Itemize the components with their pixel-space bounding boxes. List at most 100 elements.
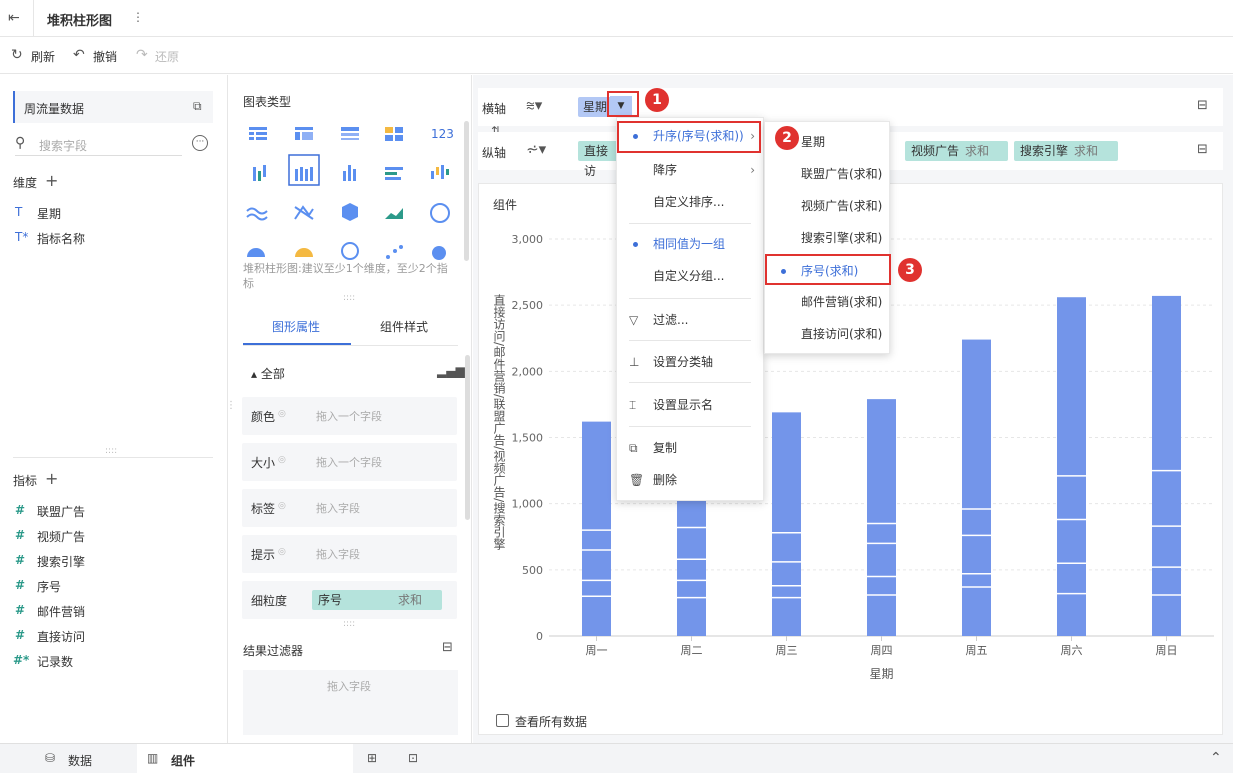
color-label: 颜色 [251,410,276,424]
metric-item[interactable]: 搜索引擎 [37,553,85,570]
result-filter-dropzone[interactable]: 拖入字段 [243,670,458,735]
chart-type-grid[interactable]: 123 [243,121,463,261]
size-dropzone[interactable]: 拖入一个字段 [316,454,382,470]
switch-dataset-icon[interactable]: ⧉ [193,99,202,114]
granularity-field-pill[interactable]: 序号 求和 [312,590,442,610]
y-field-pill[interactable]: 直接访 [578,141,618,178]
selected-chart-type[interactable] [288,154,320,186]
menu-set-display-name[interactable]: ⌶ 设置显示名 [617,393,763,417]
axis-settings-icon[interactable]: ⊟ [1197,98,1208,113]
x-tick-label: 周四 [871,644,893,657]
submenu-arrow-icon: › [750,163,755,177]
tab-bar: 图形属性 组件样式 [243,306,458,346]
detail-table-icon [341,127,359,131]
metric-item[interactable]: 直接访问 [37,628,85,645]
dimension-item[interactable]: 星期 [37,205,61,222]
menu-custom-group[interactable]: 自定义分组... [617,264,763,288]
submenu-item[interactable]: 搜索引擎(求和) [765,226,889,250]
tab-graph-properties[interactable]: 图形属性 [272,318,320,335]
add-metric-icon[interactable]: + [45,469,58,488]
radar-icon [294,205,314,220]
submenu-item[interactable]: 邮件营销(求和) [765,290,889,314]
y-tick-label: 0 [536,630,543,643]
tab-component-active[interactable]: ▥ 组件 [137,744,353,774]
menu-divider [629,223,751,224]
filter-settings-icon[interactable]: ⊟ [442,640,453,655]
metric-item[interactable]: 视频广告 [37,528,85,545]
tab-data[interactable]: 数据 [68,752,92,769]
add-dashboard-icon[interactable]: ⊡ [408,751,418,765]
redo-button[interactable]: 还原 [155,48,179,65]
label-dropzone[interactable]: 拖入字段 [316,500,360,516]
collapse-icon[interactable]: ⌃ [1210,750,1222,766]
x-axis-type-icon[interactable]: ⩬▾ [526,96,542,114]
menu-set-category-axis[interactable]: ⊥ 设置分类轴 [617,350,763,374]
y-axis-type-icon[interactable]: ⩫▾ [526,140,546,158]
bar [1152,295,1181,636]
bar [962,339,991,636]
refresh-button[interactable]: 刷新 [31,48,55,65]
menu-same-value-group[interactable]: 相同值为一组 [617,232,763,256]
resize-handle[interactable]: :::: [105,446,117,456]
tooltip-property[interactable]: 提示 ◎ 拖入字段 [242,535,457,573]
dataset-selector[interactable]: 周流量数据 ⧉ [13,91,213,123]
exit-icon[interactable]: ⇤ [8,10,20,26]
y-tick-label: 2,500 [512,299,544,312]
color-dropzone[interactable]: 拖入一个字段 [316,408,382,424]
search-input[interactable]: 搜索字段 [39,137,87,154]
more-icon[interactable]: ⋮ [132,10,144,24]
bar [677,497,706,636]
color-property[interactable]: 颜色 ◎ 拖入一个字段 [242,397,457,435]
tab-component-style[interactable]: 组件样式 [380,318,428,335]
y-tick-label: 1,500 [512,432,544,445]
menu-filter[interactable]: ▽ 过滤... [617,308,763,332]
x-tick-label: 周日 [1156,644,1178,657]
metric-item[interactable]: 联盟广告 [37,503,85,520]
number-field-icon: # [15,603,26,617]
x-tick-label: 周二 [681,644,703,657]
chart-type-scrollbar[interactable] [464,121,469,261]
view-all-checkbox[interactable] [496,714,509,727]
undo-button[interactable]: 撤销 [93,48,117,65]
redo-icon: ↷ [136,47,148,63]
x-tick-label: 周三 [776,644,798,657]
x-axis-title: 星期 [869,667,893,681]
label-property[interactable]: 标签 ◎ 拖入字段 [242,489,457,527]
metric-item[interactable]: 邮件营销 [37,603,85,620]
bar [772,412,801,636]
all-section-title[interactable]: ▴ 全部 [251,365,285,382]
tooltip-dropzone[interactable]: 拖入字段 [316,546,360,562]
submenu-item[interactable]: 视频广告(求和) [765,194,889,218]
props-scrollbar[interactable] [465,355,470,520]
metric-item[interactable]: 记录数 [37,653,73,670]
bar-chart-icon[interactable]: ▂▄▆ [437,364,465,378]
menu-custom-sort[interactable]: 自定义排序... [617,190,763,214]
view-all-label[interactable]: 查看所有数据 [515,713,587,730]
number-field-icon: # [15,578,26,592]
metric-item[interactable]: 序号 [37,578,61,595]
active-tab-indicator [243,343,351,345]
axis-settings-icon[interactable]: ⊟ [1197,142,1208,157]
field-search[interactable]: ⚲ 搜索字段 [15,134,182,156]
y-field-pill[interactable]: 视频广告 求和 [905,141,1008,161]
y-field-pill[interactable]: 搜索引擎 求和 [1014,141,1118,161]
dimension-item[interactable]: 指标名称 [37,230,85,247]
menu-delete[interactable]: 🗑 删除 [617,468,763,492]
resize-handle[interactable]: :::: [343,293,355,303]
pill-field: 直接访 [584,144,609,178]
menu-label: 邮件营销(求和) [801,295,883,309]
resize-handle[interactable]: :::: [343,619,355,629]
menu-sort-descending[interactable]: 降序 › [617,158,763,182]
menu-label: 联盟广告(求和) [801,167,883,181]
size-property[interactable]: 大小 ◎ 拖入一个字段 [242,443,457,481]
submenu-item[interactable]: 直接访问(求和) [765,322,889,346]
add-component-icon[interactable]: ⊞ [367,751,377,765]
granularity-property[interactable]: 细粒度 序号 求和 [242,581,457,619]
submenu-item[interactable]: 联盟广告(求和) [765,162,889,186]
y-tick-label: 1,000 [512,498,544,511]
add-dimension-icon[interactable]: + [45,171,58,190]
menu-copy[interactable]: ⧉ 复制 [617,436,763,460]
metric-title: 指标 [13,474,38,488]
help-icon: ◎ [278,455,286,465]
more-options-icon[interactable]: ··· [192,135,208,151]
